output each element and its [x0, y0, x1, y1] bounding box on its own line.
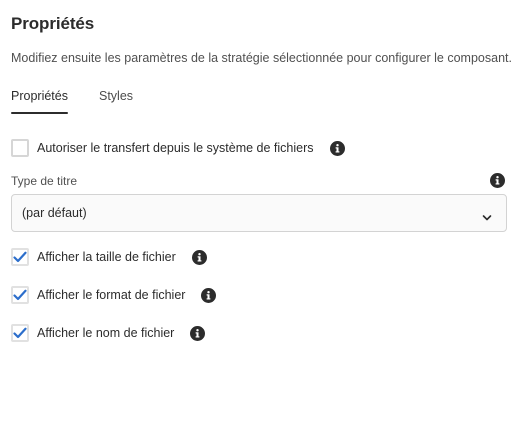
- title-type-select[interactable]: (par défaut): [11, 194, 507, 232]
- option-show-size: Afficher la taille de fichier: [11, 247, 207, 267]
- show-name-label: Afficher le nom de fichier: [37, 326, 175, 340]
- title-type-label: Type de titre: [11, 174, 78, 188]
- info-icon[interactable]: [201, 287, 217, 303]
- show-name-checkbox[interactable]: [11, 324, 29, 342]
- show-size-checkbox[interactable]: [11, 248, 29, 266]
- page-description: Modifiez ensuite les paramètres de la st…: [11, 51, 512, 65]
- properties-panel: Propriétés Modifiez ensuite les paramètr…: [0, 0, 524, 431]
- tab-styles[interactable]: Styles: [99, 88, 133, 114]
- show-format-checkbox[interactable]: [11, 286, 29, 304]
- option-show-format: Afficher le format de fichier: [11, 285, 217, 305]
- info-icon[interactable]: [190, 325, 206, 341]
- allow-upload-label: Autoriser le transfert depuis le système…: [37, 141, 314, 155]
- info-icon[interactable]: [490, 173, 505, 188]
- option-allow-upload: Autoriser le transfert depuis le système…: [11, 138, 345, 158]
- option-show-name: Afficher le nom de fichier: [11, 323, 206, 343]
- tab-proprietes[interactable]: Propriétés: [11, 88, 68, 114]
- page-title: Propriétés: [11, 14, 95, 33]
- info-icon[interactable]: [191, 249, 207, 265]
- show-size-label: Afficher la taille de fichier: [37, 250, 176, 264]
- info-icon[interactable]: [329, 140, 345, 156]
- allow-upload-checkbox[interactable]: [11, 139, 29, 157]
- title-type-value: (par défaut): [22, 206, 87, 220]
- show-format-label: Afficher le format de fichier: [37, 288, 186, 302]
- chevron-down-icon: [482, 209, 492, 227]
- tab-bar: Propriétés Styles: [11, 88, 133, 114]
